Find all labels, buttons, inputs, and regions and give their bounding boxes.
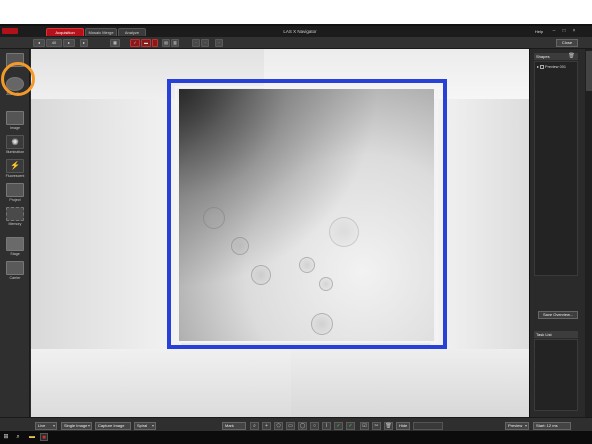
scan-pattern-select[interactable]: Spiral bbox=[134, 422, 156, 430]
right-scrollbar[interactable] bbox=[585, 49, 592, 417]
shapes-list[interactable]: ▸ Preview 001 bbox=[534, 61, 578, 276]
left-sidebar: Zoom Path Image ✺ Illumination ⚡ Fluores… bbox=[0, 49, 30, 417]
confirm-icon[interactable]: ✓ bbox=[334, 422, 343, 430]
mark-button[interactable]: Mark bbox=[222, 422, 246, 430]
save-overview-button[interactable]: Save Overview... bbox=[538, 311, 578, 319]
preview-select[interactable]: Preview bbox=[505, 422, 529, 430]
title-bar: Acquisition Mosaic Merge Analyze LAS X N… bbox=[0, 26, 592, 37]
sidebar-item-stage[interactable]: Stage bbox=[3, 237, 27, 256]
sidebar-item-label: Project bbox=[9, 198, 21, 202]
mark-tool-icon[interactable]: ▬ bbox=[141, 39, 151, 47]
shape-item-label: Preview 001 bbox=[545, 65, 566, 69]
sidebar-item-label: Zoom Path bbox=[6, 92, 24, 96]
overview-tile bbox=[31, 99, 181, 349]
start-button[interactable]: Start: 12 ms bbox=[533, 422, 571, 430]
magnify-icon[interactable]: ⌕ bbox=[250, 422, 259, 430]
tab-analyze[interactable]: Analyze bbox=[118, 28, 146, 36]
sidebar-item-project[interactable]: Project bbox=[3, 183, 27, 202]
overview-tile bbox=[291, 349, 529, 417]
close-button[interactable]: Close bbox=[556, 39, 578, 47]
sidebar-item-label: Carrier bbox=[9, 276, 21, 280]
sidebar-item-label: Stage bbox=[10, 252, 20, 256]
search-icon[interactable]: ⌕ bbox=[14, 433, 22, 441]
toolbar-option-a-icon[interactable]: · bbox=[192, 39, 200, 47]
scrollbar-thumb[interactable] bbox=[586, 51, 592, 91]
navigator-viewport[interactable] bbox=[31, 49, 529, 417]
minimize-icon[interactable]: – bbox=[550, 28, 558, 35]
top-margin bbox=[0, 0, 592, 24]
sidebar-item-overview[interactable] bbox=[3, 53, 27, 68]
close-window-icon[interactable]: × bbox=[570, 28, 578, 35]
carrier-icon bbox=[6, 261, 24, 275]
rectangle-icon[interactable]: ▭ bbox=[286, 422, 295, 430]
select-all-icon[interactable]: ☑ bbox=[360, 422, 369, 430]
sidebar-item-fluorescent[interactable]: ⚡ Fluorescent bbox=[3, 159, 27, 178]
add-point-icon[interactable]: + bbox=[262, 422, 271, 430]
layout-icon[interactable]: ▤ bbox=[162, 39, 170, 47]
toolbar: ◂ 40 ▸ ▸ ▦ ✓ ▬ ▤ ▥ · · · Close bbox=[0, 37, 592, 49]
hide-button[interactable]: Hide bbox=[396, 422, 410, 430]
toolbar-forward-icon[interactable]: ▸ bbox=[63, 39, 75, 47]
acquisition-mode-select[interactable]: Single Image bbox=[61, 422, 92, 430]
camera-icon bbox=[6, 111, 24, 125]
toolbar-step-icon[interactable]: ▸ bbox=[80, 39, 88, 47]
mark-color-icon[interactable] bbox=[152, 39, 158, 47]
tab-acquisition[interactable]: Acquisition bbox=[46, 28, 84, 36]
selection-highlight-frame bbox=[167, 79, 447, 349]
toolbar-back-icon[interactable]: ◂ bbox=[33, 39, 45, 47]
capture-image-button[interactable]: Capture Image bbox=[95, 422, 131, 430]
stage-icon bbox=[6, 237, 24, 251]
screen: Acquisition Mosaic Merge Analyze LAS X N… bbox=[0, 0, 592, 444]
sidebar-item-label: Fluorescent bbox=[5, 174, 25, 178]
help-button[interactable]: Help bbox=[532, 28, 546, 35]
memory-icon bbox=[6, 207, 24, 221]
illumination-icon: ✺ bbox=[6, 135, 24, 149]
apply-icon[interactable]: ✓ bbox=[346, 422, 355, 430]
sidebar-item-label: Illumination bbox=[5, 150, 25, 154]
disabled-button bbox=[413, 422, 443, 430]
task-list-header: Task List bbox=[534, 331, 578, 338]
sidebar-item-zoom-path[interactable]: Zoom Path bbox=[3, 77, 27, 96]
toolbar-option-c-icon[interactable]: · bbox=[215, 39, 223, 47]
las-x-app-icon[interactable]: ■ bbox=[40, 433, 48, 441]
trash-icon[interactable]: 🗑 bbox=[384, 422, 393, 430]
sidebar-item-carrier[interactable]: Carrier bbox=[3, 261, 27, 280]
sidebar-item-memory[interactable]: Memory bbox=[3, 207, 27, 226]
ellipse-icon[interactable]: ◯ bbox=[298, 422, 307, 430]
delete-shape-icon[interactable]: 🗑 bbox=[568, 53, 575, 60]
live-select[interactable]: Live bbox=[35, 422, 57, 430]
sidebar-item-image[interactable]: Image bbox=[3, 111, 27, 130]
folder-icon[interactable]: ▬ bbox=[28, 433, 36, 441]
mark-check-icon[interactable]: ✓ bbox=[130, 39, 140, 47]
tab-mosaic-merge[interactable]: Mosaic Merge bbox=[85, 28, 117, 36]
os-taskbar: ⊞ ⌕ ▬ ■ bbox=[0, 431, 592, 444]
freehand-icon[interactable]: ⌇ bbox=[322, 422, 331, 430]
circle-icon[interactable]: ○ bbox=[310, 422, 319, 430]
task-list[interactable] bbox=[534, 339, 578, 411]
right-panel: Shapes 🗑 ▸ Preview 001 Save Overview... … bbox=[529, 49, 592, 417]
visibility-checkbox[interactable] bbox=[539, 65, 544, 69]
app-window: Acquisition Mosaic Merge Analyze LAS X N… bbox=[0, 24, 592, 433]
sidebar-item-illumination[interactable]: ✺ Illumination bbox=[3, 135, 27, 154]
sidebar-item-label: Image bbox=[10, 126, 20, 130]
polygon-icon[interactable]: ⬠ bbox=[274, 422, 283, 430]
project-icon bbox=[6, 183, 24, 197]
overview-icon bbox=[6, 53, 24, 67]
windows-start-icon[interactable]: ⊞ bbox=[2, 433, 10, 441]
sidebar-item-label: Memory bbox=[8, 222, 22, 226]
leica-logo-icon bbox=[2, 28, 18, 34]
maximize-icon[interactable]: □ bbox=[560, 28, 568, 35]
zoom-path-icon bbox=[6, 77, 24, 91]
window-title: LAS X Navigator bbox=[283, 29, 317, 34]
fluorescent-icon: ⚡ bbox=[6, 159, 24, 173]
overview-tile bbox=[31, 349, 291, 417]
zoom-select[interactable]: 40 bbox=[46, 39, 62, 47]
grid-view-icon[interactable]: ▦ bbox=[110, 39, 120, 47]
toolbar-option-b-icon[interactable]: · bbox=[201, 39, 209, 47]
cut-icon[interactable]: ✂ bbox=[372, 422, 381, 430]
expand-icon[interactable]: ▸ bbox=[537, 65, 539, 69]
layers-icon[interactable]: ▥ bbox=[171, 39, 179, 47]
shape-item[interactable]: ▸ Preview 001 bbox=[537, 64, 566, 69]
